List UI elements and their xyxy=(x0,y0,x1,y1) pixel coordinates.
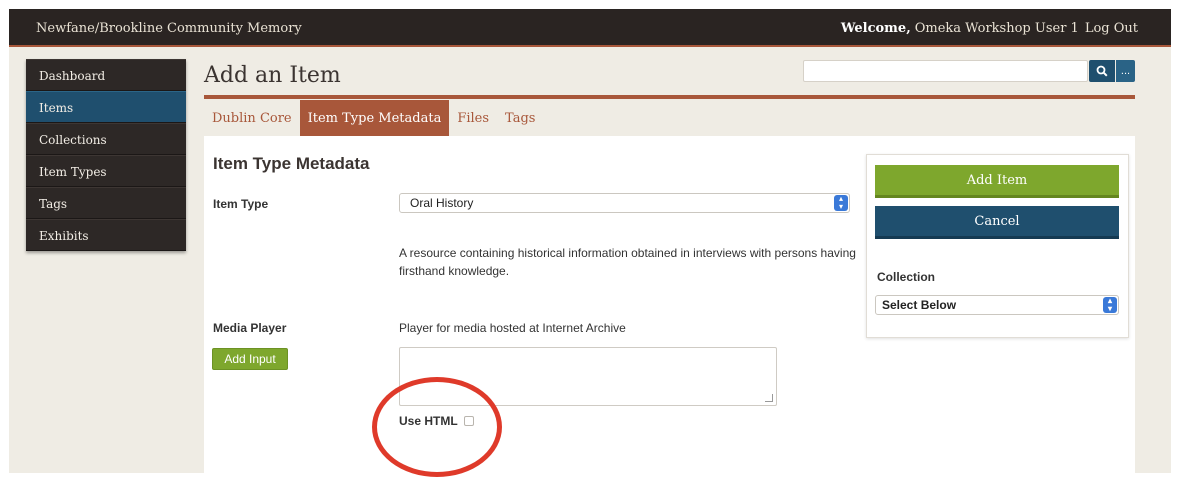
user-area: Welcome, Omeka Workshop User 1 Log Out xyxy=(841,21,1138,36)
search-button[interactable] xyxy=(1089,60,1115,82)
tab-tags[interactable]: Tags xyxy=(497,100,543,136)
header-divider xyxy=(204,95,1135,99)
site-title[interactable]: Newfane/Brookline Community Memory xyxy=(36,21,302,36)
search-input[interactable] xyxy=(803,60,1088,82)
annotation-circle xyxy=(372,377,502,477)
item-type-label: Item Type xyxy=(213,197,269,211)
collection-select[interactable]: Select Below ▴ ▾ xyxy=(875,295,1119,315)
cancel-button[interactable]: Cancel xyxy=(875,206,1119,239)
section-heading: Item Type Metadata xyxy=(213,154,370,173)
collection-value: Select Below xyxy=(882,298,957,312)
tab-item-type-metadata[interactable]: Item Type Metadata xyxy=(299,100,450,136)
select-arrows-icon: ▴ ▾ xyxy=(1103,297,1117,313)
item-type-value: Oral History xyxy=(410,196,474,210)
media-player-description: Player for media hosted at Internet Arch… xyxy=(399,321,626,335)
add-item-button[interactable]: Add Item xyxy=(875,165,1119,198)
advanced-search-button[interactable]: ... xyxy=(1116,60,1135,82)
add-input-button[interactable]: Add Input xyxy=(212,348,288,370)
page-title: Add an Item xyxy=(204,63,341,88)
sidebar-item-dashboard[interactable]: Dashboard xyxy=(26,59,186,91)
item-type-description: A resource containing historical informa… xyxy=(399,246,856,278)
top-bar: Newfane/Brookline Community Memory Welco… xyxy=(9,9,1171,47)
sidebar-item-tags[interactable]: Tags xyxy=(26,187,186,219)
select-arrows-icon: ▴ ▾ xyxy=(834,195,848,211)
tab-bar: Dublin Core Item Type Metadata Files Tag… xyxy=(204,100,543,136)
search-icon xyxy=(1096,65,1108,77)
sidebar-item-exhibits[interactable]: Exhibits xyxy=(26,219,186,251)
sidebar-item-item-types[interactable]: Item Types xyxy=(26,155,186,187)
collection-label: Collection xyxy=(877,270,936,284)
logout-link[interactable]: Log Out xyxy=(1085,21,1138,36)
sidebar-nav: Dashboard Items Collections Item Types T… xyxy=(26,59,186,251)
sidebar-item-collections[interactable]: Collections xyxy=(26,123,186,155)
media-player-label: Media Player xyxy=(213,321,287,335)
sidebar-item-items[interactable]: Items xyxy=(26,91,186,123)
resize-handle-icon[interactable] xyxy=(765,394,773,402)
username-link[interactable]: Omeka Workshop User 1 xyxy=(915,21,1079,36)
item-type-select[interactable]: Oral History ▴ ▾ xyxy=(399,193,850,213)
tab-files[interactable]: Files xyxy=(449,100,497,136)
tab-dublin-core[interactable]: Dublin Core xyxy=(204,100,300,136)
welcome-label: Welcome, xyxy=(840,21,911,36)
